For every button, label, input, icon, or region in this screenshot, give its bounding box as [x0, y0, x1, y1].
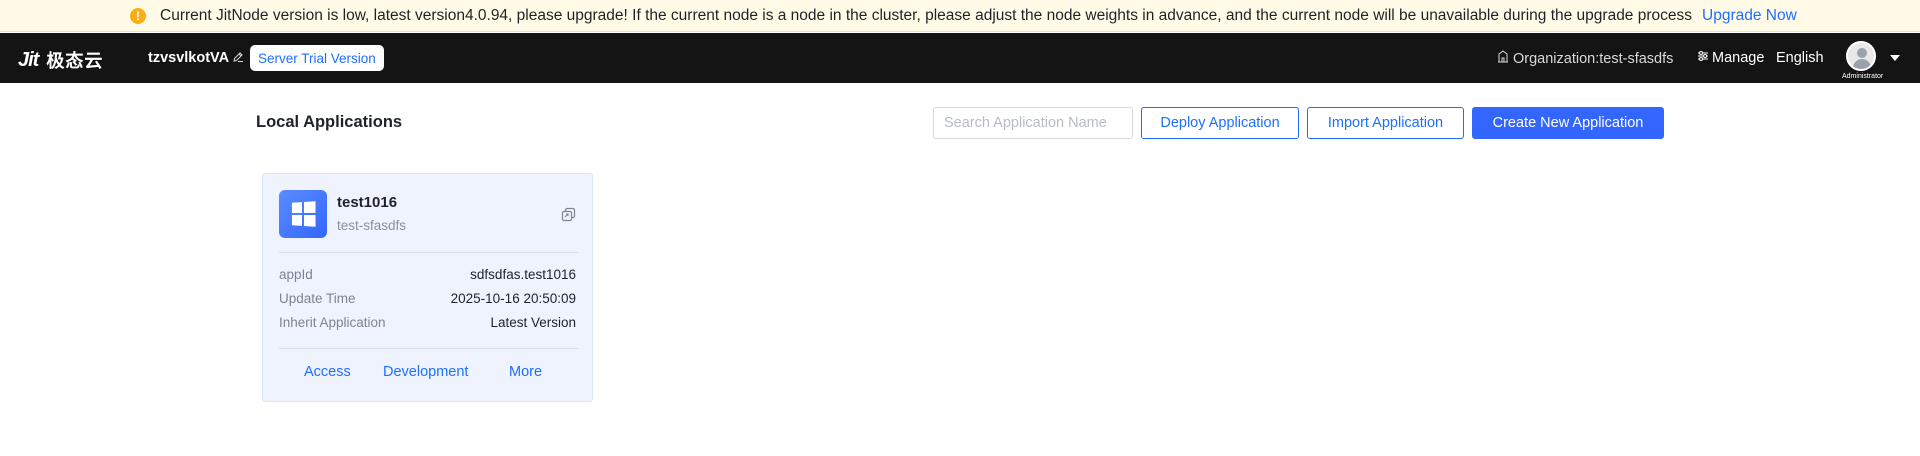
language-switcher[interactable]: English — [1776, 50, 1824, 66]
org-name[interactable]: tzvsvlkotVA — [148, 50, 244, 66]
search-input[interactable] — [933, 107, 1133, 139]
windows-icon — [279, 190, 327, 238]
logo-text: 极态云 — [46, 51, 104, 71]
field-label: Update Time — [279, 291, 356, 306]
manage-button[interactable]: Manage — [1697, 50, 1764, 66]
trial-badge[interactable]: Server Trial Version — [250, 45, 384, 71]
upgrade-banner: ! Current JitNode version is low, latest… — [0, 0, 1920, 32]
organization-icon — [1497, 50, 1509, 67]
import-application-button[interactable]: Import Application — [1307, 107, 1464, 139]
settings-sliders-icon — [1697, 50, 1709, 66]
banner-message: Current JitNode version is low, latest v… — [160, 7, 1797, 25]
field-value: 2025-10-16 20:50:09 — [450, 291, 576, 306]
manage-label: Manage — [1712, 50, 1765, 66]
edit-icon[interactable] — [232, 51, 244, 66]
top-navigation-bar: Jit 极态云 tzvsvlkotVA Server Trial Version… — [0, 33, 1920, 83]
app-card[interactable]: test1016 test-sfasdfs appId sdfsdfas.tes… — [262, 173, 593, 402]
organization-label: Organization:test-sfasdfs — [1513, 50, 1674, 67]
avatar-role-label: Administrator — [1842, 73, 1884, 80]
banner-text: Current JitNode version is low, latest v… — [160, 7, 1693, 24]
warning-icon: ! — [130, 8, 146, 24]
copy-icon[interactable] — [561, 207, 576, 222]
access-link[interactable]: Access — [304, 364, 351, 380]
more-link[interactable]: More — [509, 364, 542, 380]
card-divider — [279, 348, 578, 349]
deploy-application-button[interactable]: Deploy Application — [1141, 107, 1299, 139]
page-title: Local Applications — [256, 113, 403, 131]
logo[interactable]: Jit 极态云 — [18, 47, 103, 73]
avatar[interactable] — [1846, 41, 1876, 71]
avatar-head-shape — [1857, 48, 1867, 58]
create-new-application-button[interactable]: Create New Application — [1472, 107, 1664, 139]
chevron-down-icon[interactable] — [1890, 55, 1900, 61]
field-label: Inherit Application — [279, 315, 386, 330]
logo-mark: Jit — [18, 48, 39, 71]
organization-switcher[interactable]: Organization:test-sfasdfs — [1497, 50, 1673, 67]
app-org: test-sfasdfs — [337, 218, 407, 233]
avatar-body-shape — [1853, 59, 1871, 69]
upgrade-now-link[interactable]: Upgrade Now — [1702, 7, 1797, 24]
field-value: sdfsdfas.test1016 — [470, 267, 576, 282]
org-name-label: tzvsvlkotVA — [148, 50, 230, 66]
card-divider — [279, 252, 578, 253]
development-link[interactable]: Development — [383, 364, 468, 380]
field-label: appId — [279, 267, 313, 282]
field-value: Latest Version — [490, 315, 576, 330]
app-name: test1016 — [337, 194, 398, 211]
